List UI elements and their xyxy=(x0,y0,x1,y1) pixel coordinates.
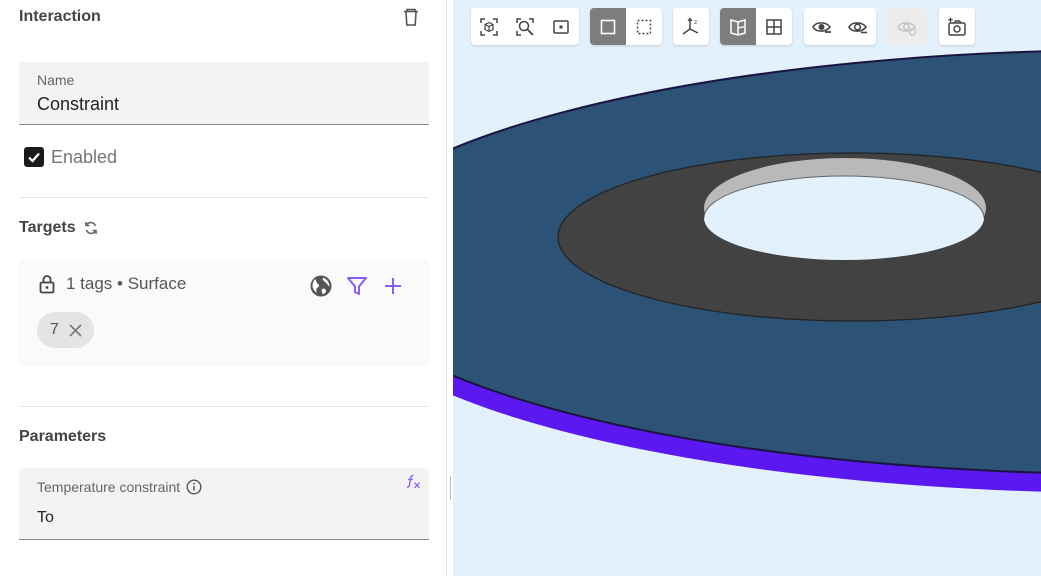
3d-viewport[interactable]: z xyxy=(453,0,1041,576)
grid-view-icon xyxy=(766,18,782,35)
select-box-button[interactable] xyxy=(626,8,662,45)
selection-toolbar xyxy=(590,8,662,45)
zoom-fit-icon xyxy=(480,17,498,36)
zoom-selection-button[interactable] xyxy=(507,8,543,45)
name-value[interactable]: Constraint xyxy=(37,94,119,115)
show-button[interactable] xyxy=(840,8,876,45)
interaction-title: Interaction xyxy=(19,8,101,25)
chip-label: 7 xyxy=(50,321,59,338)
zoom-selection-icon xyxy=(516,17,534,36)
properties-panel: Interaction Name Constraint Enabled Targ… xyxy=(0,0,446,576)
show-all-icon xyxy=(896,21,916,36)
targets-title: Targets xyxy=(19,219,76,236)
hole-opening xyxy=(704,176,984,260)
view-toolbar xyxy=(720,8,792,45)
axes-button[interactable]: z xyxy=(673,8,709,45)
show-all-toolbar xyxy=(887,8,926,45)
section-view-icon xyxy=(730,18,746,36)
parameters-title: Parameters xyxy=(19,428,107,445)
zoom-box-button[interactable] xyxy=(543,8,579,45)
zoom-fit-button[interactable] xyxy=(471,8,507,45)
show-all-button[interactable] xyxy=(887,8,926,45)
temperature-value[interactable]: To xyxy=(37,509,54,527)
targets-summary-row: 1 tags • Surface xyxy=(38,274,186,294)
formula-button[interactable] xyxy=(405,474,421,495)
checkbox-checked-icon[interactable] xyxy=(24,147,44,167)
name-field[interactable]: Name Constraint xyxy=(19,62,429,125)
enabled-checkbox[interactable]: Enabled xyxy=(24,146,117,168)
axes-toolbar: z xyxy=(673,8,709,45)
remove-chip-button[interactable] xyxy=(69,323,83,337)
lock-icon xyxy=(39,275,55,294)
temperature-field[interactable]: Temperature constraint To xyxy=(19,468,429,540)
targets-card: 1 tags • Surface 7 xyxy=(19,260,429,366)
screenshot-toolbar xyxy=(939,8,975,45)
select-single-button[interactable] xyxy=(590,8,626,45)
screenshot-icon xyxy=(948,17,966,36)
zoom-toolbar xyxy=(471,8,579,45)
delete-button[interactable] xyxy=(401,7,421,27)
targets-summary: 1 tags • Surface xyxy=(66,274,187,293)
filter-icon xyxy=(347,277,367,295)
info-button[interactable] xyxy=(186,479,202,495)
close-icon xyxy=(69,323,82,337)
temperature-label-row: Temperature constraint xyxy=(37,479,202,495)
screenshot-button[interactable] xyxy=(939,8,975,45)
enabled-label: Enabled xyxy=(51,146,118,167)
temperature-label: Temperature constraint xyxy=(37,479,181,495)
show-icon xyxy=(848,21,867,33)
target-chip[interactable]: 7 xyxy=(37,312,94,348)
refresh-icon xyxy=(84,221,97,235)
hide-button[interactable] xyxy=(804,8,840,45)
divider xyxy=(19,406,429,407)
function-icon xyxy=(406,474,420,489)
info-icon xyxy=(186,479,202,495)
zoom-box-icon xyxy=(553,19,569,34)
panel-splitter[interactable] xyxy=(446,0,453,576)
globe-icon xyxy=(310,275,332,297)
add-target-button[interactable] xyxy=(380,273,406,299)
select-single-icon xyxy=(600,19,616,34)
axes-icon: z xyxy=(682,17,699,35)
splitter-grip[interactable] xyxy=(450,476,451,500)
plus-icon xyxy=(385,278,401,294)
trash-icon xyxy=(404,8,418,26)
filter-button[interactable] xyxy=(344,273,370,299)
3d-model[interactable] xyxy=(453,0,1041,576)
hide-icon xyxy=(812,21,831,33)
grid-view-button[interactable] xyxy=(756,8,792,45)
global-button[interactable] xyxy=(308,273,334,299)
select-box-icon xyxy=(636,19,652,34)
divider xyxy=(19,197,429,198)
targets-header: Targets xyxy=(19,219,99,237)
name-label: Name xyxy=(37,72,75,88)
visibility-toolbar xyxy=(804,8,876,45)
svg-text:z: z xyxy=(694,19,697,26)
refresh-button[interactable] xyxy=(83,220,99,236)
section-view-button[interactable] xyxy=(720,8,756,45)
